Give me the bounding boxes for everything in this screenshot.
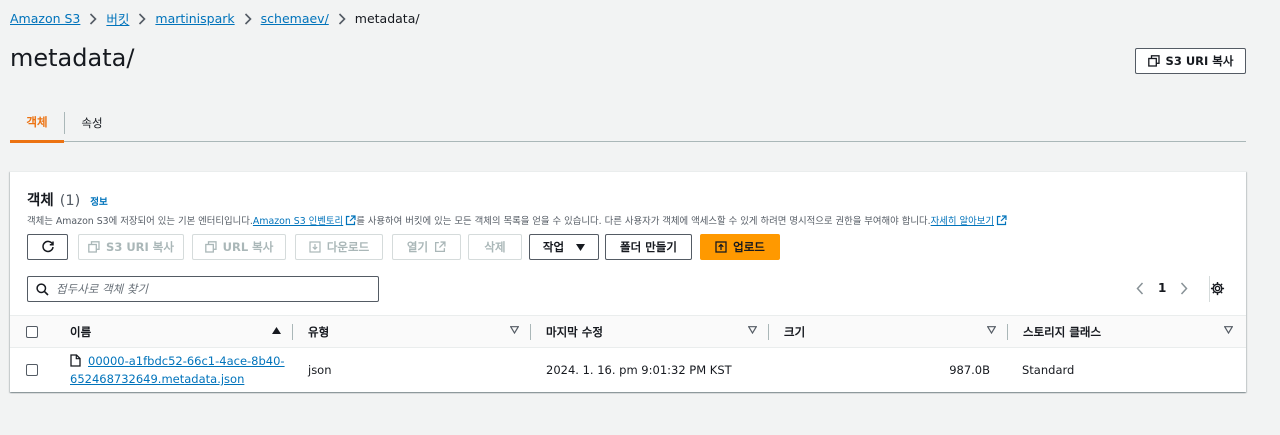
download-button[interactable]: 다운로드 [295, 234, 383, 260]
object-name-cell: 00000-a1fbdc52-66c1-4ace-8b40- [70, 352, 285, 370]
column-header-type[interactable]: 유형 [308, 316, 329, 347]
sort-ascending-icon[interactable] [272, 327, 281, 334]
inventory-link-label: Amazon S3 인벤토리 [252, 216, 344, 227]
table-row: 00000-a1fbdc52-66c1-4ace-8b40- 652468732… [10, 348, 1246, 392]
open-label: 열기 [406, 240, 429, 254]
search-box [27, 276, 379, 302]
breadcrumb-buckets[interactable]: 버킷 [106, 9, 129, 28]
create-folder-label: 폴더 만들기 [620, 240, 677, 254]
tab-objects[interactable]: 객체 [10, 104, 64, 143]
file-icon [70, 354, 81, 370]
sort-caret-icon[interactable] [987, 326, 996, 334]
column-storage-class-label: 스토리지 클래스 [1023, 324, 1102, 339]
column-size-label: 크기 [784, 324, 806, 339]
download-icon [309, 241, 321, 253]
delete-label: 삭제 [484, 240, 506, 254]
tab-objects-label: 객체 [26, 115, 48, 129]
objects-count: (1) [59, 193, 81, 209]
chevron-right-icon [338, 12, 346, 25]
column-header-last-modified[interactable]: 마지막 수정 [546, 316, 603, 347]
column-divider [292, 324, 293, 340]
description-text-2: 를 사용하여 버킷에 있는 모든 객체의 목록을 얻을 수 있습니다. 다른 사… [356, 216, 931, 227]
refresh-button[interactable] [27, 234, 68, 260]
column-divider [768, 324, 769, 340]
external-link-icon [345, 214, 356, 226]
column-last-modified-label: 마지막 수정 [546, 324, 603, 339]
upload-button[interactable]: 업로드 [700, 234, 780, 260]
breadcrumb-bucket-martinispark[interactable]: martinispark [155, 11, 234, 26]
breadcrumb-amazon-s3[interactable]: Amazon S3 [10, 11, 80, 26]
learn-more-label: 자세히 알아보기 [930, 216, 994, 227]
delete-button[interactable]: 삭제 [468, 234, 522, 260]
pagination: 1 [1136, 281, 1188, 295]
download-label: 다운로드 [326, 240, 370, 254]
breadcrumb: Amazon S3 버킷 martinispark schemaev/ meta… [10, 9, 420, 28]
copy-url-label: URL 복사 [222, 240, 274, 254]
breadcrumb-current: metadata/ [354, 11, 420, 26]
object-name-line2[interactable]: 652468732649.metadata.json [70, 370, 244, 388]
external-link-icon [434, 241, 446, 253]
chevron-right-icon [89, 12, 98, 25]
actions-label: 작업 [542, 240, 565, 254]
column-header-size[interactable]: 크기 [784, 316, 805, 347]
learn-more-link[interactable]: 자세히 알아보기 [931, 213, 1007, 227]
sort-caret-icon[interactable] [748, 326, 757, 334]
chevron-right-icon [138, 12, 147, 25]
page-title: metadata/ [10, 44, 135, 72]
objects-panel-title: 객체 [27, 193, 54, 209]
copy-s3-uri-header-button[interactable]: S3 URI 복사 [1135, 48, 1246, 74]
column-name-label: 이름 [70, 324, 92, 339]
open-button[interactable]: 열기 [392, 234, 461, 260]
sort-caret-icon[interactable] [1224, 326, 1233, 334]
inventory-link[interactable]: Amazon S3 인벤토리 [253, 213, 356, 227]
tab-bar: 객체 속성 [10, 104, 1246, 143]
copy-icon [1147, 55, 1160, 67]
row-select-checkbox[interactable] [26, 364, 38, 376]
actions-dropdown-button[interactable]: 작업 [529, 234, 599, 260]
refresh-icon [41, 240, 55, 254]
table-header: 이름 유형 마지막 수정 크기 스토리지 클래스 [10, 315, 1246, 348]
description-text-1: 객체는 Amazon S3에 저장되어 있는 기본 엔터티입니다. [27, 216, 253, 227]
copy-url-button[interactable]: URL 복사 [192, 234, 286, 260]
sort-caret-icon[interactable] [510, 326, 519, 334]
object-storage-class: Standard [1022, 363, 1075, 377]
caret-down-icon [576, 243, 586, 251]
column-type-label: 유형 [308, 324, 330, 339]
tab-properties[interactable]: 속성 [65, 104, 119, 142]
objects-panel: 객체 (1) 정보 객체는 Amazon S3에 저장되어 있는 기본 엔터티입… [10, 171, 1246, 392]
column-header-storage-class[interactable]: 스토리지 클래스 [1023, 316, 1101, 347]
copy-icon [204, 241, 217, 253]
column-header-name[interactable]: 이름 [70, 316, 91, 347]
objects-description: 객체는 Amazon S3에 저장되어 있는 기본 엔터티입니다. Amazon… [27, 213, 1007, 227]
column-divider [1007, 324, 1008, 340]
copy-icon [88, 241, 100, 253]
create-folder-button[interactable]: 폴더 만들기 [605, 234, 692, 260]
upload-label: 업로드 [733, 240, 765, 254]
chevron-right-icon[interactable] [1180, 281, 1188, 295]
current-page-number[interactable]: 1 [1158, 281, 1166, 295]
select-all-cell [26, 316, 38, 347]
column-divider [530, 324, 531, 340]
object-size: 987.0B [949, 363, 990, 377]
copy-s3-uri-header-label: S3 URI 복사 [1165, 54, 1234, 68]
upload-icon [715, 241, 727, 253]
object-name-line1[interactable]: 00000-a1fbdc52-66c1-4ace-8b40- [88, 352, 285, 370]
chevron-right-icon [244, 12, 252, 25]
search-icon [36, 282, 49, 296]
chevron-left-icon[interactable] [1136, 281, 1144, 295]
copy-s3-uri-label: S3 URI 복사 [106, 240, 174, 254]
objects-panel-header: 객체 (1) 정보 [27, 189, 108, 210]
tab-properties-label: 속성 [81, 116, 103, 130]
breadcrumb-folder-schemaev[interactable]: schemaev/ [261, 11, 329, 26]
object-type: json [308, 363, 332, 377]
external-link-icon [996, 214, 1007, 226]
info-link[interactable]: 정보 [90, 194, 107, 208]
copy-s3-uri-button[interactable]: S3 URI 복사 [78, 234, 184, 260]
search-input[interactable] [56, 282, 356, 296]
object-last-modified: 2024. 1. 16. pm 9:01:32 PM KST [546, 363, 732, 377]
gear-icon[interactable] [1210, 281, 1225, 296]
select-all-checkbox[interactable] [26, 325, 38, 338]
